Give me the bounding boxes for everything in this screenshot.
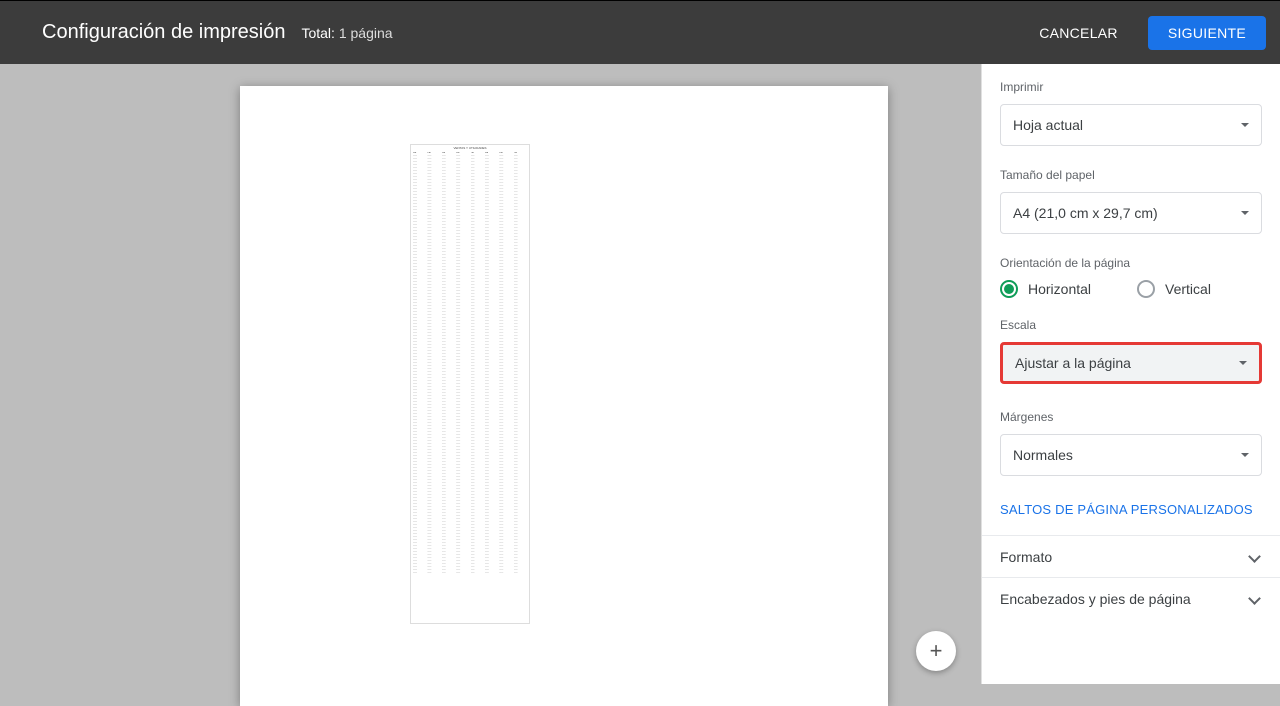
cancel-button[interactable]: CANCELAR — [1027, 17, 1130, 49]
headers-footers-accordion[interactable]: Encabezados y pies de página — [982, 577, 1280, 619]
paper-size-label: Tamaño del papel — [1000, 168, 1262, 182]
print-target-value: Hoja actual — [1013, 117, 1083, 133]
header-bar: Configuración de impresión Total: 1 pági… — [0, 0, 1280, 64]
scale-dropdown[interactable]: Ajustar a la página — [1000, 342, 1262, 384]
chevron-down-icon — [1241, 211, 1249, 215]
preview-doc-title: VENTAS Y UTILIDADES — [413, 147, 527, 150]
orientation-horizontal-radio[interactable]: Horizontal — [1000, 280, 1091, 298]
margins-value: Normales — [1013, 447, 1073, 463]
print-settings-panel: Imprimir Hoja actual Tamaño del papel A4… — [981, 64, 1280, 684]
total-pages: Total: 1 página — [301, 25, 392, 41]
chevron-down-icon — [1241, 453, 1249, 457]
radio-selected-icon — [1000, 280, 1018, 298]
format-accordion[interactable]: Formato — [982, 535, 1280, 577]
format-accordion-label: Formato — [1000, 549, 1052, 565]
preview-area: VENTAS Y UTILIDADES ColColColColColColCo… — [0, 64, 981, 684]
chevron-down-icon — [1246, 549, 1262, 565]
margins-label: Márgenes — [1000, 410, 1262, 424]
print-target-dropdown[interactable]: Hoja actual — [1000, 104, 1262, 146]
radio-unselected-icon — [1137, 280, 1155, 298]
orientation-vertical-label: Vertical — [1165, 281, 1211, 297]
page-title: Configuración de impresión — [42, 21, 285, 44]
next-button[interactable]: SIGUIENTE — [1148, 16, 1266, 50]
margins-dropdown[interactable]: Normales — [1000, 434, 1262, 476]
scale-label: Escala — [1000, 318, 1262, 332]
orientation-vertical-radio[interactable]: Vertical — [1137, 280, 1211, 298]
page-preview: VENTAS Y UTILIDADES ColColColColColColCo… — [240, 86, 888, 706]
paper-size-value: A4 (21,0 cm x 29,7 cm) — [1013, 205, 1158, 221]
chevron-down-icon — [1241, 123, 1249, 127]
orientation-label: Orientación de la página — [1000, 256, 1262, 270]
preview-content: VENTAS Y UTILIDADES ColColColColColColCo… — [410, 144, 530, 624]
chevron-down-icon — [1246, 591, 1262, 607]
orientation-horizontal-label: Horizontal — [1028, 281, 1091, 297]
header-actions: CANCELAR SIGUIENTE — [1027, 16, 1266, 50]
headers-footers-label: Encabezados y pies de página — [1000, 591, 1191, 607]
zoom-in-fab[interactable]: + — [916, 631, 956, 671]
chevron-down-icon — [1239, 361, 1247, 365]
plus-icon: + — [930, 638, 943, 664]
print-field-label: Imprimir — [1000, 80, 1262, 94]
scale-value: Ajustar a la página — [1015, 355, 1131, 371]
paper-size-dropdown[interactable]: A4 (21,0 cm x 29,7 cm) — [1000, 192, 1262, 234]
custom-page-breaks-link[interactable]: SALTOS DE PÁGINA PERSONALIZADOS — [1000, 498, 1262, 535]
